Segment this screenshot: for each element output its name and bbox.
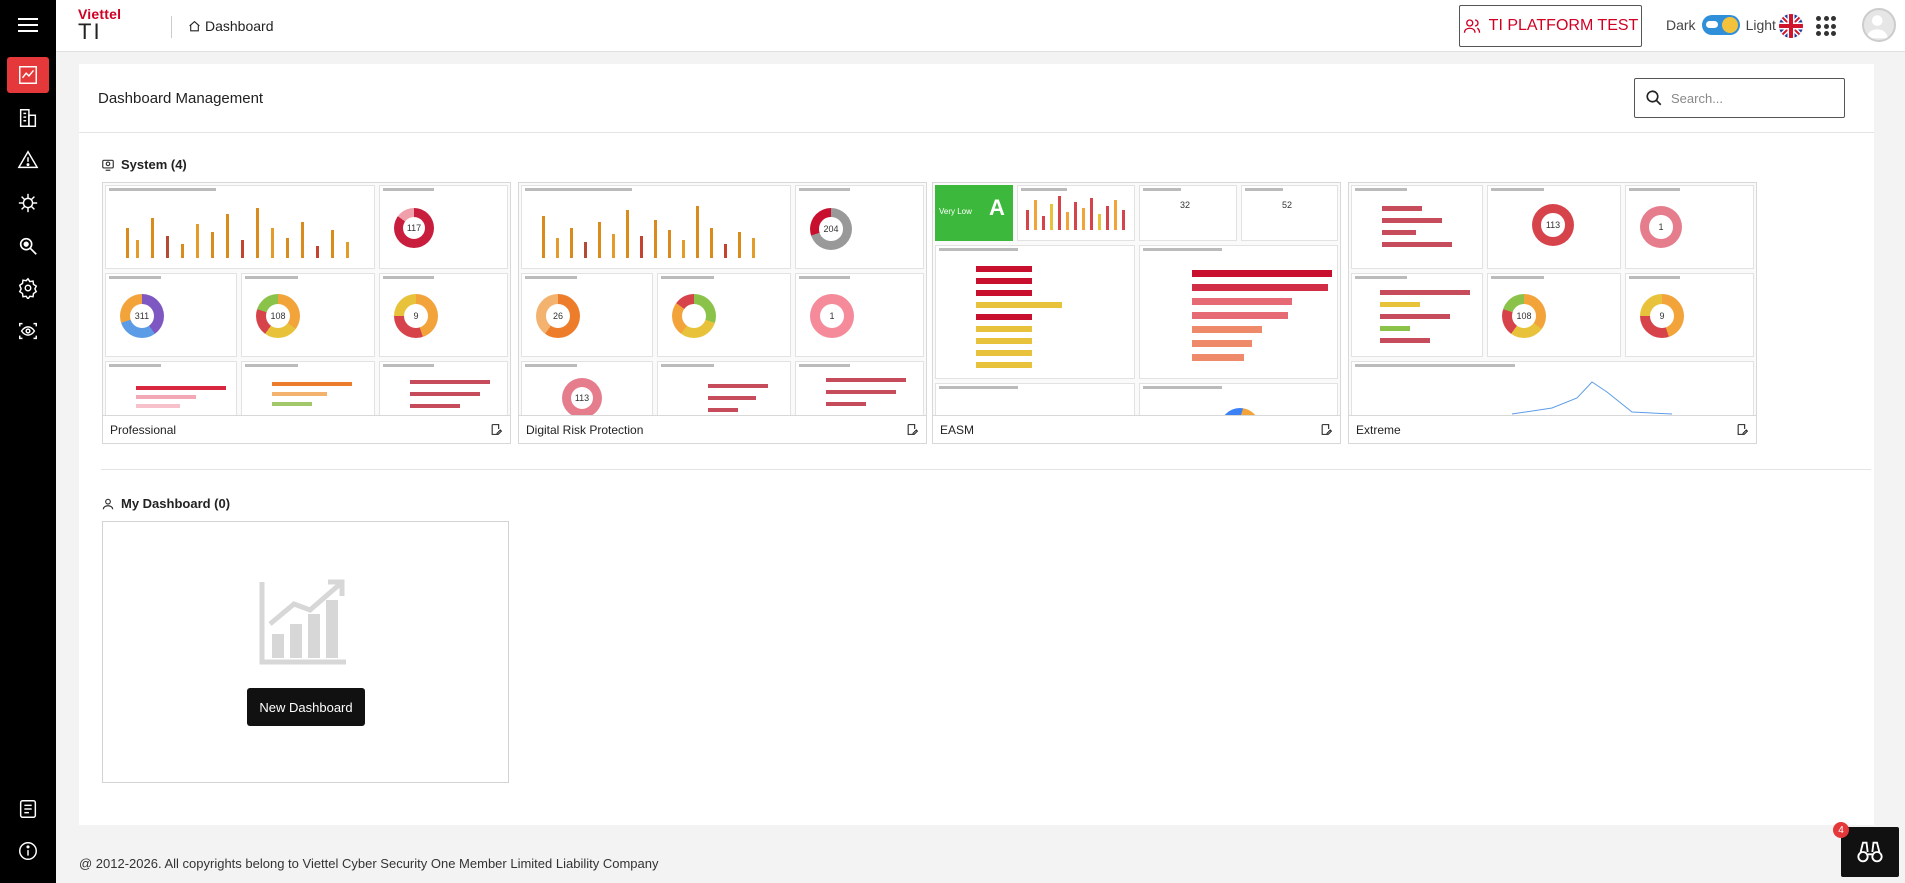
theme-toggle[interactable] bbox=[1701, 15, 1740, 35]
search-input[interactable] bbox=[1671, 90, 1831, 106]
card-footer: Professional bbox=[103, 415, 510, 443]
donut-value: 113 bbox=[570, 386, 594, 410]
info-icon bbox=[19, 842, 37, 860]
donut-value: 113 bbox=[1541, 213, 1565, 237]
users-icon bbox=[1463, 19, 1480, 33]
easm-level: Very Low bbox=[939, 207, 972, 216]
theme-dark-label: Dark bbox=[1666, 17, 1696, 33]
divider bbox=[79, 132, 1874, 133]
document-icon bbox=[19, 800, 37, 818]
donut-hole bbox=[681, 303, 707, 329]
nav-threats[interactable] bbox=[7, 185, 49, 221]
donut-value: 1 bbox=[819, 303, 845, 329]
card-title: Extreme bbox=[1356, 422, 1401, 437]
menu-icon[interactable] bbox=[14, 14, 42, 38]
donut-value: 9 bbox=[403, 303, 429, 329]
easm-count-2: 52 bbox=[1282, 200, 1293, 210]
divider bbox=[101, 469, 1871, 470]
card-title: Professional bbox=[110, 422, 177, 437]
theme-light-label: Light bbox=[1745, 17, 1776, 33]
binoculars-icon bbox=[1857, 841, 1883, 863]
header-divider bbox=[171, 16, 172, 38]
system-icon bbox=[102, 159, 114, 171]
left-rail bbox=[0, 0, 56, 883]
system-title-text: System (4) bbox=[121, 157, 187, 172]
avatar[interactable] bbox=[1862, 8, 1896, 42]
search-bug-icon bbox=[19, 237, 37, 255]
my-dashboard-section-title: My Dashboard (0) bbox=[101, 496, 230, 511]
my-dashboard-title-text: My Dashboard (0) bbox=[121, 496, 231, 511]
tenant-label: TI PLATFORM TEST bbox=[1488, 17, 1639, 34]
easm-count-1: 32 bbox=[1180, 200, 1191, 210]
edit-note-icon[interactable] bbox=[906, 423, 919, 436]
uk-flag-icon[interactable] bbox=[1779, 14, 1803, 38]
building-icon bbox=[19, 109, 37, 127]
footer-copyright: @ 2012-2026. All copyrights belong to Vi… bbox=[79, 856, 659, 871]
virus-icon bbox=[18, 193, 38, 213]
breadcrumb-dashboard: Dashboard bbox=[205, 18, 274, 34]
theme-switch: Dark Light bbox=[1666, 15, 1776, 35]
dashboard-card-digital-risk-protection[interactable]: 204 26 1 113 Digital Risk Protection bbox=[518, 182, 927, 444]
edit-note-icon[interactable] bbox=[490, 423, 503, 436]
donut-value: 204 bbox=[819, 217, 843, 241]
main-panel: Dashboard Management System (4) bbox=[79, 64, 1874, 825]
easm-score-tile: Very Low A bbox=[935, 185, 1013, 241]
breadcrumb[interactable]: Dashboard bbox=[188, 18, 274, 34]
eye-scan-icon bbox=[19, 322, 37, 340]
nav-settings[interactable] bbox=[7, 270, 49, 306]
thumbnail-professional: 117 311 108 9 bbox=[103, 183, 510, 415]
thumbnail-drp: 204 26 1 113 bbox=[519, 183, 926, 415]
donut-value: 26 bbox=[545, 303, 571, 329]
card-footer: EASM bbox=[933, 415, 1340, 443]
donut-value: 117 bbox=[402, 216, 426, 240]
easm-grade: A bbox=[989, 195, 1005, 220]
donut-value: 108 bbox=[265, 303, 291, 329]
search-box[interactable] bbox=[1634, 78, 1845, 118]
edit-note-icon[interactable] bbox=[1320, 423, 1333, 436]
search-icon bbox=[1646, 90, 1662, 106]
nav-info[interactable] bbox=[7, 833, 49, 869]
bar-chart-growth-icon bbox=[259, 579, 346, 665]
system-section-title: System (4) bbox=[101, 157, 187, 172]
dashboard-card-extreme[interactable]: 113 1 108 9 Extreme bbox=[1348, 182, 1757, 444]
donut-value: 108 bbox=[1511, 303, 1537, 329]
dashboard-card-professional[interactable]: 117 311 108 9 Professional bbox=[102, 182, 511, 444]
donut-value: 311 bbox=[129, 303, 155, 329]
card-footer: Extreme bbox=[1349, 415, 1756, 443]
dashboard-card-easm[interactable]: Very Low A 32 52 EASM bbox=[932, 182, 1341, 444]
card-title: Digital Risk Protection bbox=[526, 422, 644, 437]
donut-value: 9 bbox=[1649, 303, 1675, 329]
card-footer: Digital Risk Protection bbox=[519, 415, 926, 443]
card-title: EASM bbox=[940, 422, 975, 437]
chat-bot-button[interactable] bbox=[1841, 827, 1899, 877]
nav-alerts[interactable] bbox=[7, 142, 49, 178]
new-dashboard-button[interactable]: New Dashboard bbox=[247, 688, 365, 726]
viettel-logo[interactable]: Viettel TI bbox=[78, 6, 148, 46]
donut-value: 1 bbox=[1649, 215, 1673, 239]
logo-product: TI bbox=[78, 19, 102, 44]
edit-note-icon[interactable] bbox=[1736, 423, 1749, 436]
top-header: Viettel TI Dashboard TI PLATFORM TEST Da… bbox=[56, 0, 1905, 52]
nav-assets[interactable] bbox=[7, 100, 49, 136]
new-dashboard-card: New Dashboard bbox=[102, 521, 509, 783]
nav-dashboard[interactable] bbox=[7, 57, 49, 93]
user-icon bbox=[102, 498, 114, 509]
page-title: Dashboard Management bbox=[98, 90, 264, 107]
settings-icon bbox=[18, 277, 38, 299]
nav-docs[interactable] bbox=[7, 791, 49, 827]
notification-badge: 4 bbox=[1833, 822, 1849, 838]
thumbnail-easm: Very Low A 32 52 bbox=[933, 183, 1340, 415]
dashboard-chart-icon bbox=[19, 66, 37, 84]
home-icon bbox=[189, 20, 200, 31]
warning-icon bbox=[17, 150, 39, 169]
nav-hunting[interactable] bbox=[7, 228, 49, 264]
thumbnail-extreme: 113 1 108 9 bbox=[1349, 183, 1756, 415]
apps-grid-icon[interactable] bbox=[1816, 16, 1836, 36]
tenant-button[interactable]: TI PLATFORM TEST bbox=[1459, 5, 1642, 47]
nav-monitor[interactable] bbox=[7, 313, 49, 349]
